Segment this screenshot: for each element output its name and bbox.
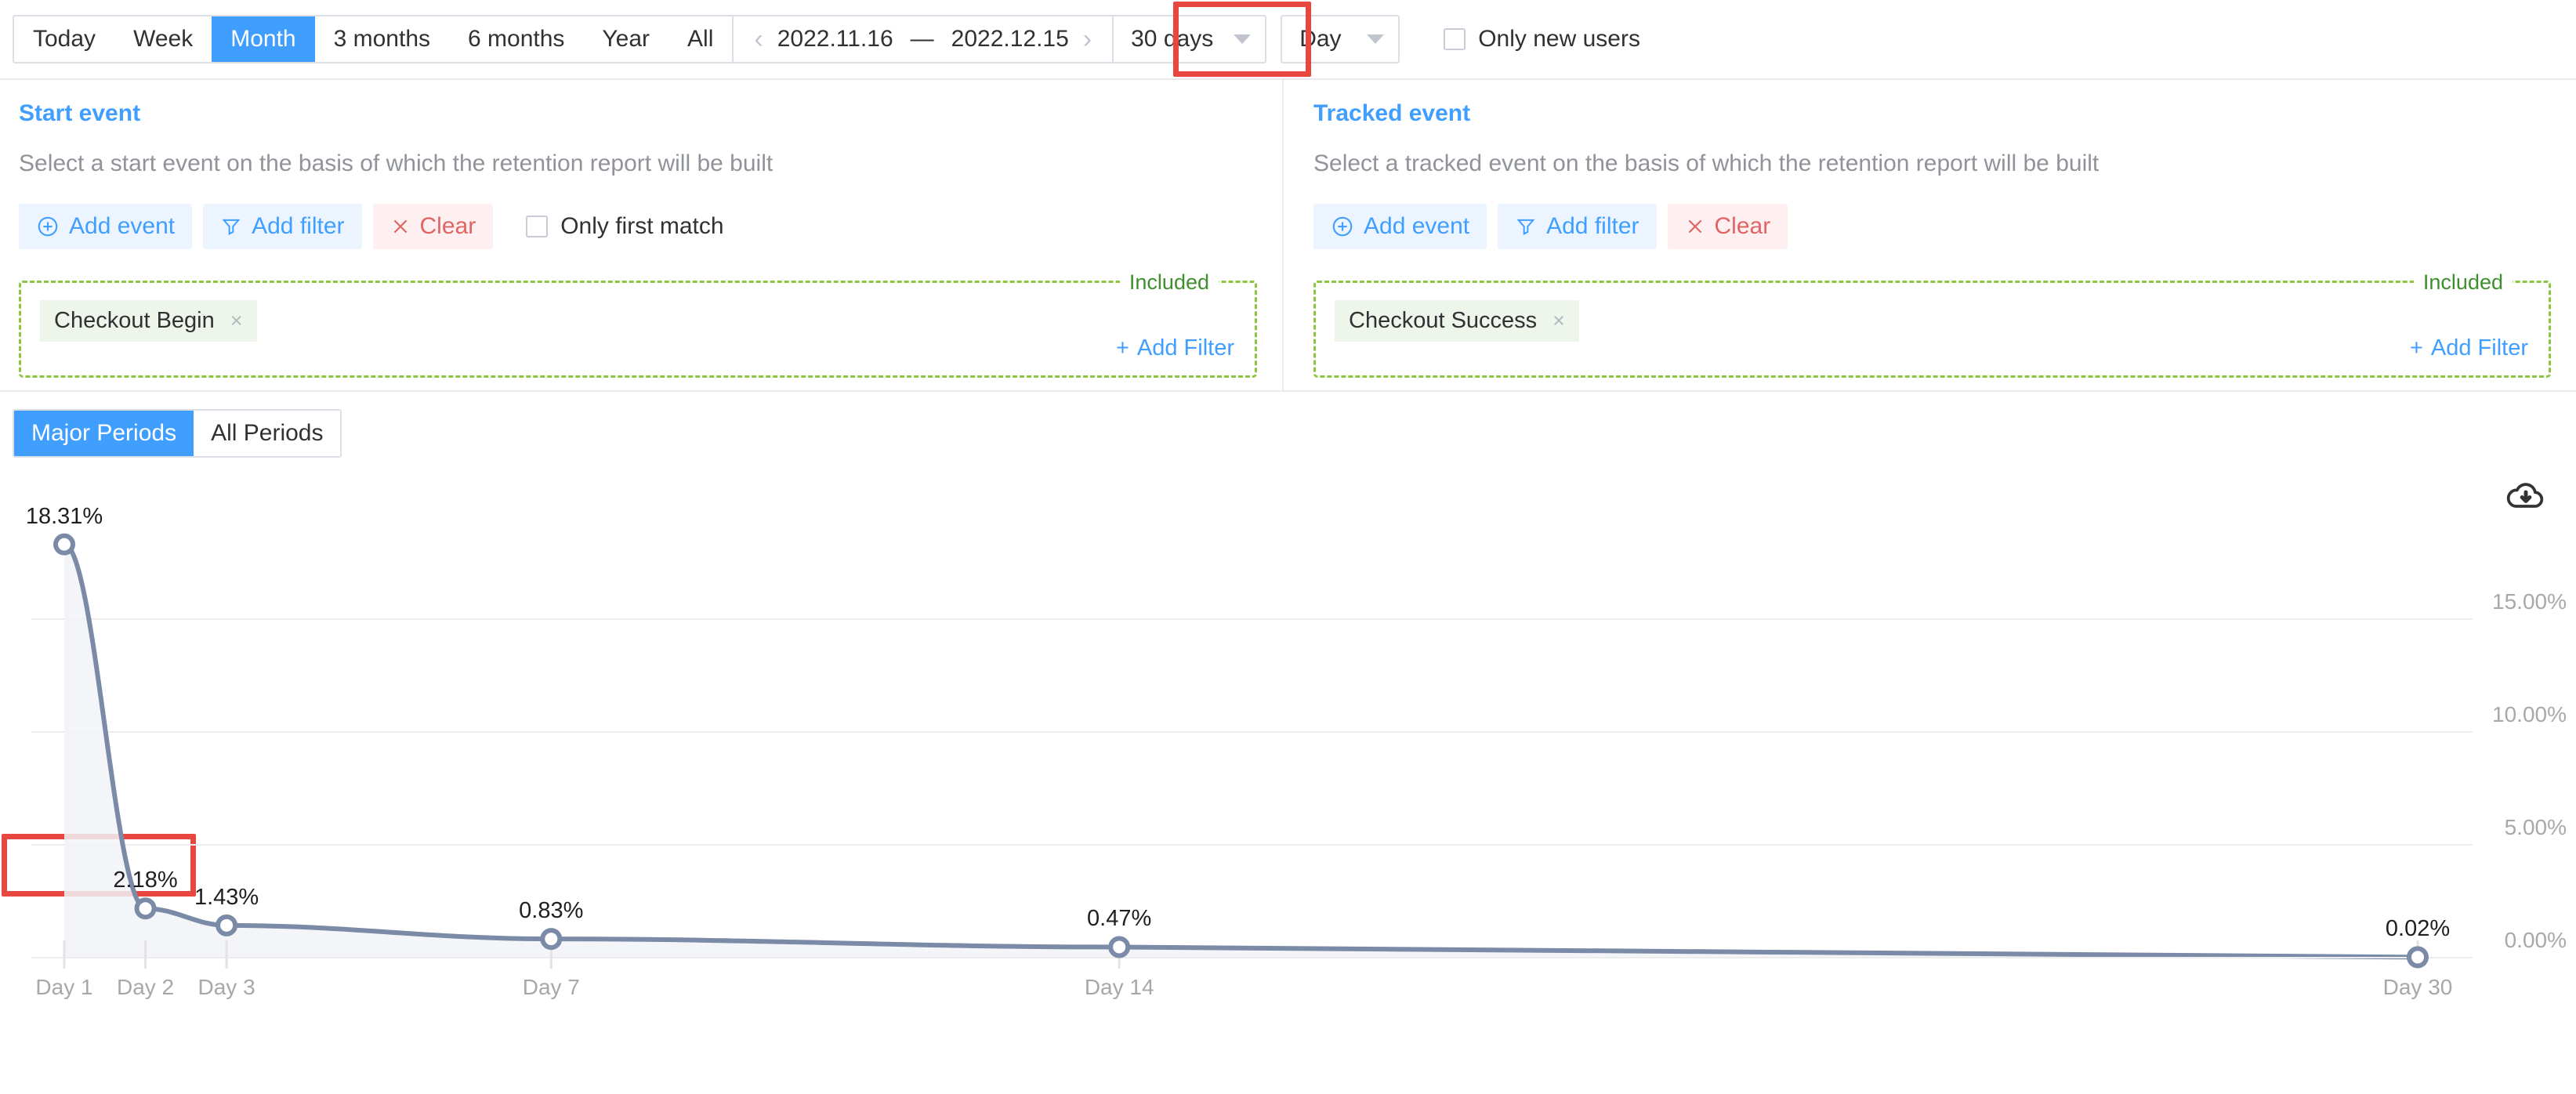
- range-tab-6-months[interactable]: 6 months: [449, 16, 584, 62]
- start-add-event-label: Add event: [69, 213, 176, 239]
- tracked-add-filter-button[interactable]: Add filter: [1498, 204, 1657, 249]
- window-size-select[interactable]: 30 days: [1114, 16, 1265, 62]
- date-range-separator: —: [910, 26, 934, 52]
- start-clear-label: Clear: [419, 213, 476, 239]
- y-axis-tick-label: 15.00%: [2492, 589, 2567, 614]
- start-add-filter-label: Add filter: [252, 213, 345, 239]
- range-tab-today[interactable]: Today: [14, 16, 115, 62]
- date-range-start[interactable]: 2022.11.16: [777, 26, 893, 53]
- date-range-end[interactable]: 2022.12.15: [951, 26, 1069, 53]
- checkbox-box[interactable]: [526, 216, 549, 237]
- data-point-label: 0.02%: [2385, 916, 2451, 942]
- tracked-event-chip[interactable]: Checkout Success ×: [1335, 300, 1579, 342]
- tracked-event-panel: Tracked event Select a tracked event on …: [1284, 80, 2576, 390]
- data-point-label: 0.83%: [519, 898, 584, 924]
- x-axis-tick-label: Day 7: [522, 975, 580, 999]
- x-axis-tick-label: Day 1: [35, 975, 93, 999]
- next-period-icon[interactable]: ›: [1083, 26, 1092, 53]
- data-point-label: 0.47%: [1087, 906, 1152, 932]
- data-point-label: 1.43%: [194, 884, 259, 910]
- filter-icon: [220, 216, 242, 237]
- start-included-filter-box: Included Checkout Begin × + Add Filter: [19, 267, 1257, 378]
- start-add-filter-link-label: Add Filter: [1136, 335, 1234, 360]
- data-point-label: 18.31%: [25, 503, 103, 529]
- start-event-panel: Start event Select a start event on the …: [0, 80, 1284, 390]
- close-icon: [390, 216, 411, 237]
- data-point-label: 2.18%: [113, 868, 178, 893]
- start-event-chip[interactable]: Checkout Begin ×: [40, 300, 257, 342]
- start-add-filter-link[interactable]: + Add Filter: [1116, 335, 1234, 361]
- close-icon: [1685, 216, 1705, 237]
- prev-period-icon[interactable]: ‹: [754, 26, 763, 53]
- only-new-users-checkbox[interactable]: Only new users: [1444, 26, 1640, 53]
- tab-all-periods[interactable]: All Periods: [194, 411, 341, 456]
- period-segmented-control[interactable]: Major Periods All Periods: [13, 409, 342, 458]
- chevron-down-icon: [1234, 34, 1252, 44]
- tracked-included-label: Included: [2413, 267, 2513, 297]
- tracked-add-event-label: Add event: [1364, 213, 1470, 239]
- range-tab-month[interactable]: Month: [212, 16, 315, 62]
- range-tab-year[interactable]: Year: [583, 16, 669, 62]
- x-axis-tick-label: Day 2: [116, 975, 175, 999]
- window-size-value: 30 days: [1131, 26, 1214, 52]
- x-axis-tick-label: Day 14: [1084, 975, 1154, 999]
- y-axis-tick-label: 10.00%: [2492, 701, 2567, 726]
- granularity-select[interactable]: Day: [1281, 15, 1400, 63]
- tracked-add-filter-link-label: Add Filter: [2430, 335, 2528, 360]
- start-event-subtitle: Select a start event on the basis of whi…: [19, 150, 774, 176]
- tracked-event-actions: Add event Add filter Clear: [1313, 204, 2551, 249]
- filter-icon: [1515, 216, 1537, 237]
- plus-circle-icon: [1331, 215, 1354, 238]
- tracked-add-event-button[interactable]: Add event: [1313, 204, 1487, 249]
- close-icon[interactable]: ×: [1552, 309, 1565, 333]
- tracked-clear-button[interactable]: Clear: [1667, 204, 1788, 249]
- y-axis-tick-label: 5.00%: [2504, 814, 2567, 839]
- checkbox-box[interactable]: [1444, 28, 1466, 50]
- chart-canvas: [31, 533, 2473, 969]
- only-new-users-label: Only new users: [1478, 26, 1640, 52]
- retention-chart: 0.00% 5.00% 10.00% 15.00% 18.31% Day 1 2.18% Da…: [0, 467, 2576, 1086]
- plus-icon: +: [1115, 335, 1129, 360]
- start-included-label: Included: [1119, 267, 1219, 297]
- plus-icon: +: [2409, 335, 2423, 360]
- tracked-add-filter-link[interactable]: + Add Filter: [2410, 335, 2528, 361]
- only-first-match-label: Only first match: [560, 213, 724, 239]
- only-first-match-checkbox[interactable]: Only first match: [526, 213, 724, 240]
- top-toolbar: Today Week Month 3 months 6 months Year …: [0, 0, 2576, 78]
- granularity-value: Day: [1299, 26, 1342, 52]
- x-axis-tick-label: Day 30: [2382, 975, 2453, 999]
- start-add-event-button[interactable]: Add event: [19, 204, 193, 249]
- granularity-select-inner[interactable]: Day: [1282, 26, 1398, 53]
- start-event-actions: Add event Add filter Clear Only first ma…: [19, 204, 1257, 249]
- range-segmented-control[interactable]: Today Week Month 3 months 6 months Year …: [13, 15, 1267, 63]
- y-axis-tick-label: 0.00%: [2504, 928, 2567, 952]
- event-config-panels: Start event Select a start event on the …: [0, 78, 2576, 392]
- start-clear-button[interactable]: Clear: [372, 204, 494, 249]
- tracked-add-filter-label: Add filter: [1546, 213, 1639, 239]
- tracked-event-subtitle: Select a tracked event on the basis of w…: [1313, 150, 2100, 176]
- x-axis-tick-label: Day 3: [197, 975, 255, 999]
- start-event-title: Start event: [19, 100, 141, 126]
- start-event-chip-label: Checkout Begin: [54, 308, 215, 333]
- period-tabs-row: Major Periods All Periods: [0, 392, 2576, 897]
- plus-circle-icon: [36, 215, 60, 238]
- tracked-event-title: Tracked event: [1313, 100, 1471, 126]
- range-tab-week[interactable]: Week: [114, 16, 212, 62]
- tracked-clear-label: Clear: [1714, 213, 1771, 239]
- tracked-included-filter-box: Included Checkout Success × + Add Filter: [1313, 267, 2551, 378]
- close-icon[interactable]: ×: [230, 309, 243, 333]
- tracked-event-chip-label: Checkout Success: [1349, 308, 1538, 333]
- range-tab-3-months[interactable]: 3 months: [314, 16, 450, 62]
- range-tab-all[interactable]: All: [668, 16, 733, 62]
- date-range-nav: ‹ 2022.11.16 — 2022.12.15 ›: [734, 16, 1112, 62]
- chevron-down-icon: [1367, 34, 1385, 44]
- tab-major-periods[interactable]: Major Periods: [14, 411, 194, 456]
- start-add-filter-button[interactable]: Add filter: [203, 204, 362, 249]
